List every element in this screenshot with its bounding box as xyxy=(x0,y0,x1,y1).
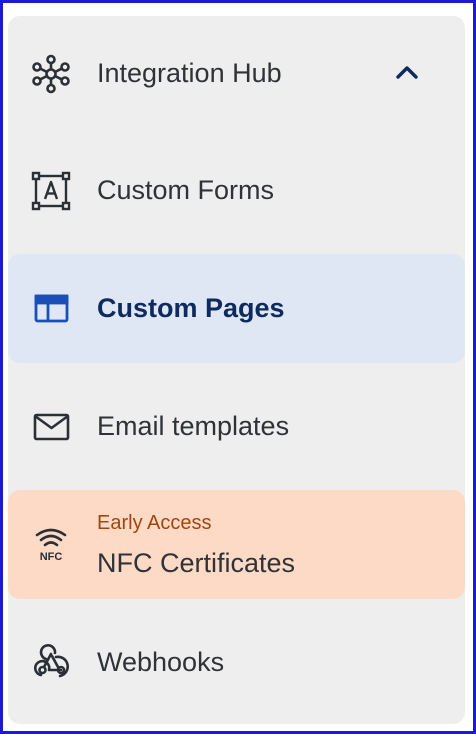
nav-item-webhooks[interactable]: Webhooks xyxy=(8,604,465,722)
nav-item-label: Integration Hub xyxy=(97,58,282,88)
nfc-icon: NFC xyxy=(31,523,71,563)
nav-item-label: Webhooks xyxy=(97,647,225,677)
web-page-icon xyxy=(31,289,71,329)
nav-item-label: Custom Forms xyxy=(97,175,275,205)
nav-item-label: Custom Pages xyxy=(97,293,285,323)
navigation-panel: Integration Hub Custom Forms Custom Page… xyxy=(8,16,465,724)
svg-text:NFC: NFC xyxy=(40,551,63,563)
nav-item-label: NFC Certificates xyxy=(97,548,296,578)
nav-item-custom-pages[interactable]: Custom Pages xyxy=(8,254,465,363)
nav-item-email-templates[interactable]: Email templates xyxy=(8,368,465,486)
nav-item-label: Email templates xyxy=(97,411,290,441)
nav-item-integration-hub[interactable]: Integration Hub xyxy=(8,16,465,132)
webhook-icon xyxy=(31,643,71,683)
nav-item-custom-forms[interactable]: Custom Forms xyxy=(8,132,465,250)
mail-envelope-icon xyxy=(31,407,71,447)
early-access-badge: Early Access xyxy=(97,512,212,534)
hub-network-icon xyxy=(31,54,71,94)
chevron-up-icon[interactable] xyxy=(393,58,421,86)
nav-item-nfc-certificates[interactable]: NFC Early Access NFC Certificates xyxy=(8,490,465,599)
form-text-icon xyxy=(31,171,71,211)
